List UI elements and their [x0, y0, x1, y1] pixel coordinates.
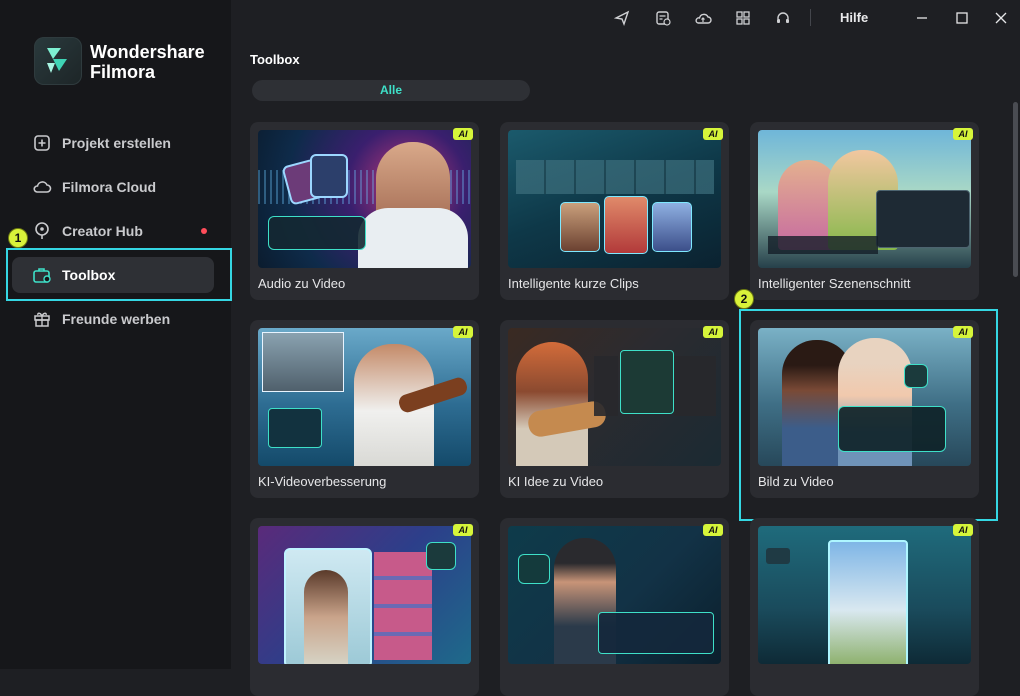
card-thumbnail	[258, 328, 471, 466]
brand-name: Wondershare Filmora	[90, 42, 205, 82]
ai-badge: AI	[703, 326, 723, 338]
ai-badge: AI	[703, 524, 723, 536]
tool-card-row3-2[interactable]: AI	[500, 518, 729, 696]
ai-badge: AI	[703, 128, 723, 140]
sidebar-item-filmora-cloud[interactable]: Filmora Cloud	[12, 169, 214, 205]
ai-badge: AI	[453, 524, 473, 536]
sidebar-item-label: Projekt erstellen	[62, 135, 171, 151]
card-label: Audio zu Video	[258, 276, 346, 291]
annotation-badge-2: 2	[734, 289, 754, 309]
card-label: KI Idee zu Video	[508, 474, 604, 489]
tool-card-row3-1[interactable]: AI	[250, 518, 479, 696]
card-thumbnail	[258, 526, 471, 664]
tool-card-intelligenter-szenenschnitt[interactable]: AI Intelligenter Szenenschnitt	[750, 122, 979, 300]
highlight-box-toolbox	[6, 248, 232, 301]
sidebar-item-label: Filmora Cloud	[62, 179, 157, 195]
filter-all-tab[interactable]: Alle	[252, 80, 530, 101]
calendar-clock-icon[interactable]	[653, 8, 673, 28]
scrollbar[interactable]	[1013, 102, 1018, 277]
card-thumbnail	[508, 328, 721, 466]
card-label: Intelligente kurze Clips	[508, 276, 639, 291]
maximize-icon[interactable]	[952, 8, 972, 28]
card-thumbnail	[508, 130, 721, 268]
card-label: Intelligenter Szenenschnitt	[758, 276, 911, 291]
tool-card-ki-idee-zu-video[interactable]: AI KI Idee zu Video	[500, 320, 729, 498]
notification-dot	[201, 228, 207, 234]
sidebar-item-label: Freunde werben	[62, 311, 171, 327]
card-thumbnail	[758, 130, 971, 268]
tool-card-ki-videoverbesserung[interactable]: AI KI-Videoverbesserung	[250, 320, 479, 498]
ai-badge: AI	[953, 524, 973, 536]
sidebar-item-label: Creator Hub	[62, 223, 143, 239]
card-thumbnail	[758, 526, 971, 664]
grid-icon[interactable]	[733, 8, 753, 28]
sidebar: Wondershare Filmora Projekt erstellen Fi…	[0, 0, 231, 669]
cloud-icon	[32, 177, 52, 197]
minimize-icon[interactable]	[912, 8, 932, 28]
filmora-logo	[34, 37, 82, 85]
send-icon[interactable]	[612, 8, 632, 28]
page-title: Toolbox	[250, 52, 300, 67]
cloud-upload-icon[interactable]	[693, 8, 713, 28]
sidebar-item-projekt-erstellen[interactable]: Projekt erstellen	[12, 125, 214, 161]
help-menu[interactable]: Hilfe	[840, 10, 868, 25]
card-thumbnail	[258, 130, 471, 268]
headset-icon[interactable]	[773, 8, 793, 28]
card-thumbnail	[508, 526, 721, 664]
filter-bar[interactable]: Alle	[252, 80, 530, 101]
gift-icon	[32, 309, 52, 329]
sidebar-item-creator-hub[interactable]: Creator Hub	[12, 213, 214, 249]
tool-card-row3-3[interactable]: AI	[750, 518, 979, 696]
tool-card-audio-zu-video[interactable]: AI Audio zu Video	[250, 122, 479, 300]
ai-badge: AI	[953, 128, 973, 140]
highlight-box-bild-zu-video	[739, 309, 998, 521]
ai-badge: AI	[453, 128, 473, 140]
toolbar-divider	[810, 9, 811, 26]
tool-card-intelligente-kurze-clips[interactable]: AI Intelligente kurze Clips	[500, 122, 729, 300]
close-icon[interactable]	[991, 8, 1011, 28]
bulb-icon	[32, 221, 52, 241]
sidebar-item-freunde-werben[interactable]: Freunde werben	[12, 301, 214, 337]
annotation-badge-1: 1	[8, 228, 28, 248]
card-label: KI-Videoverbesserung	[258, 474, 387, 489]
plus-square-icon	[32, 133, 52, 153]
ai-badge: AI	[453, 326, 473, 338]
